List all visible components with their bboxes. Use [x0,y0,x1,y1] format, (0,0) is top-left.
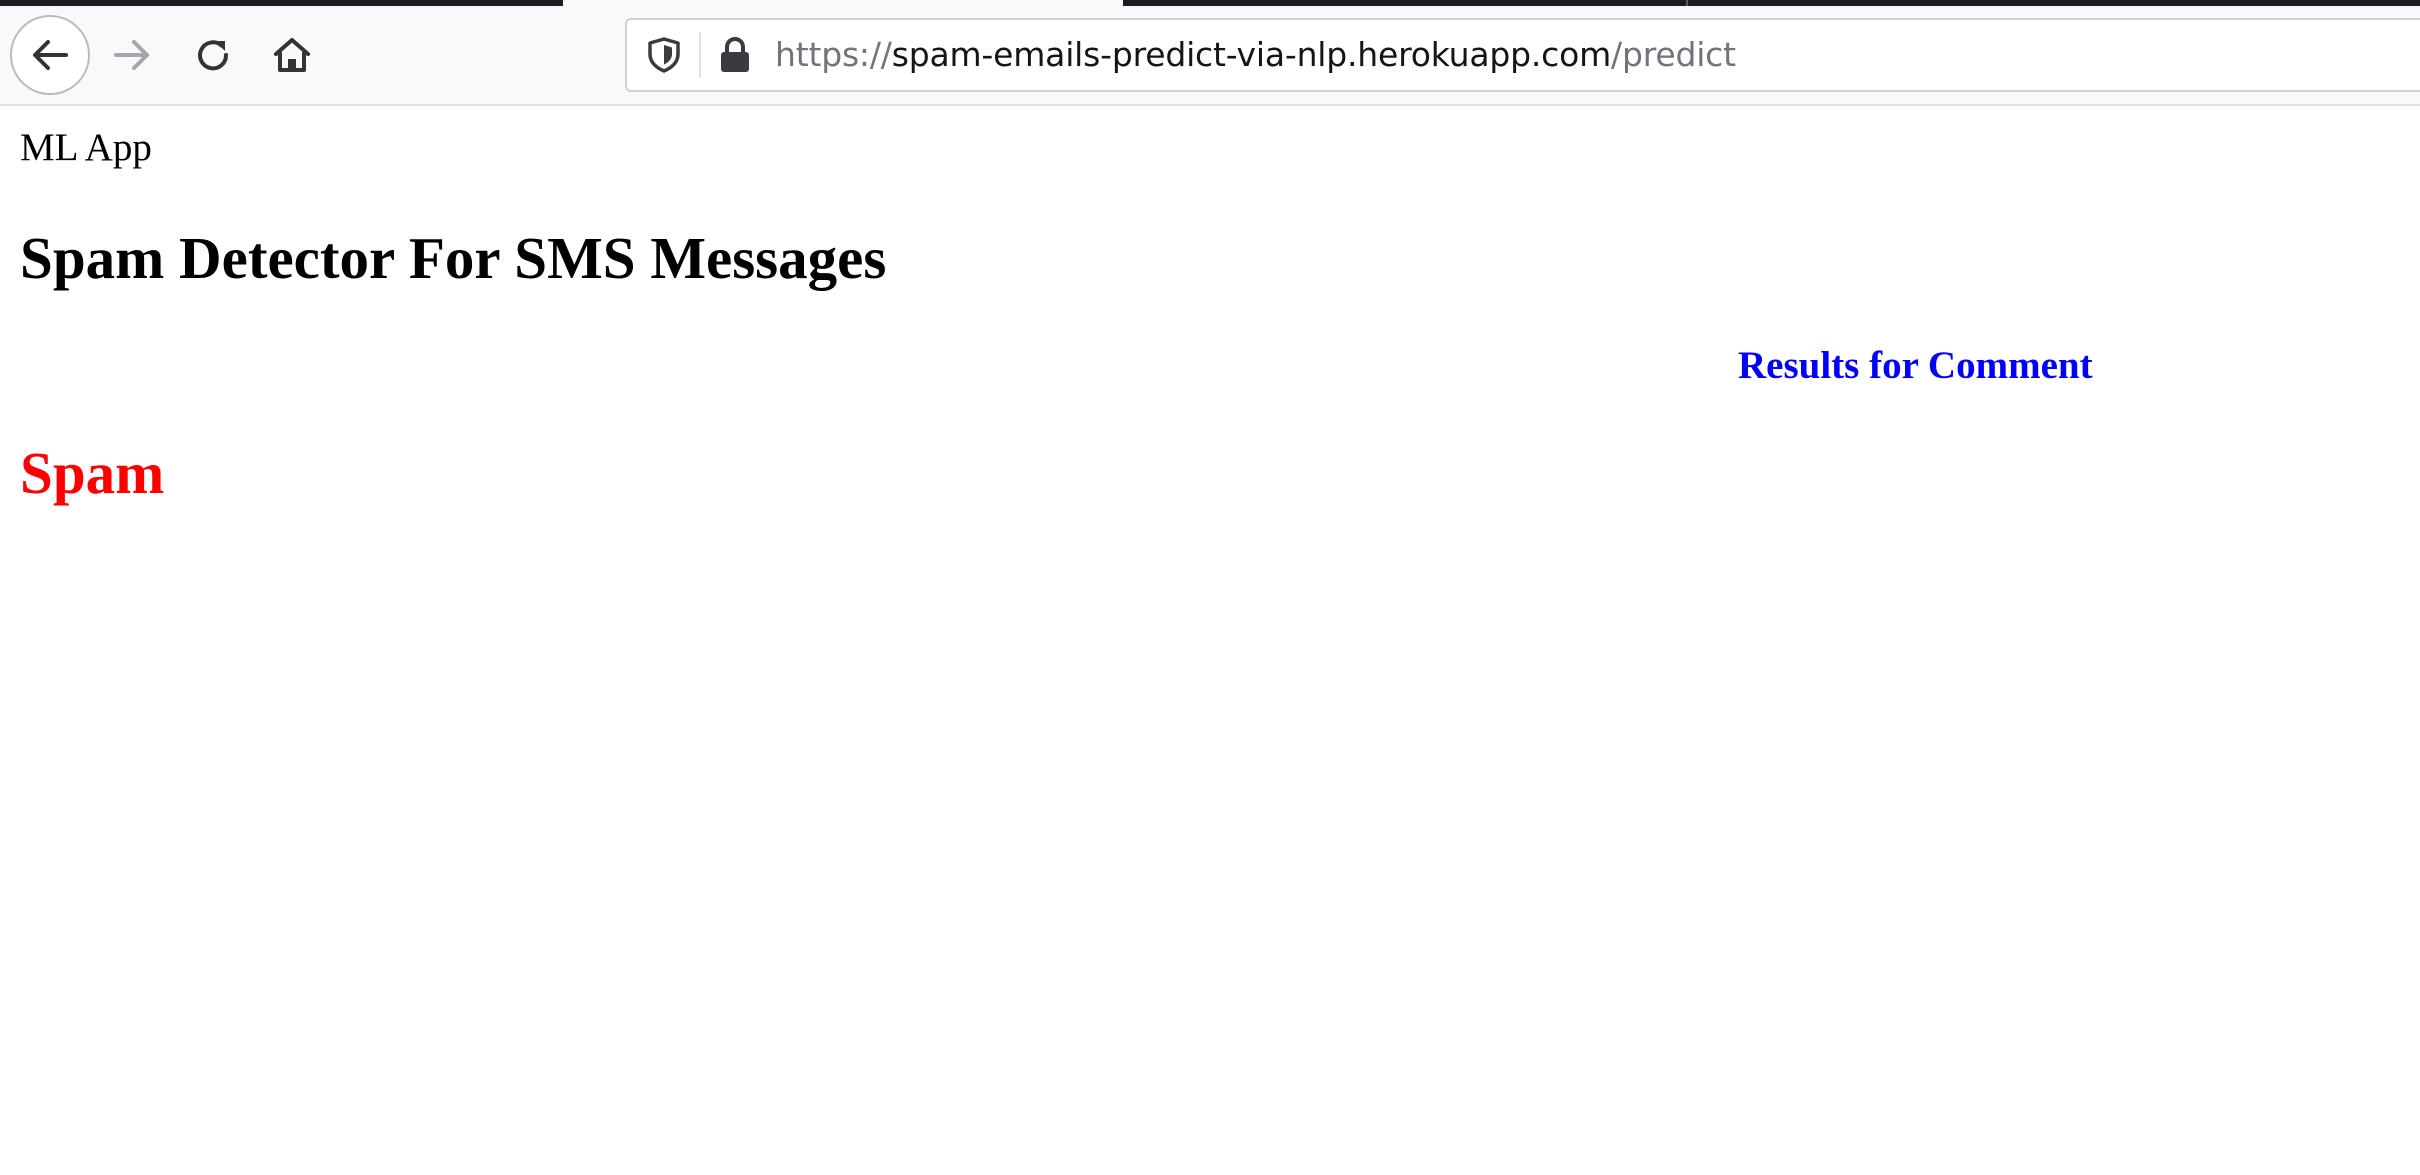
home-icon [274,38,310,72]
address-bar-divider [699,32,701,78]
reload-button[interactable] [173,15,253,95]
forward-button[interactable] [92,15,172,95]
prediction-result: Spam [20,440,165,506]
browser-toolbar: https://spam-emails-predict-via-nlp.hero… [0,6,2420,106]
results-heading: Results for Comment [1738,344,2093,387]
url-text[interactable]: https://spam-emails-predict-via-nlp.hero… [775,20,1736,90]
forward-arrow-icon [114,40,149,70]
lock-icon[interactable] [719,37,751,78]
home-button[interactable] [252,15,332,95]
page-content: ML App Spam Detector For SMS Messages Re… [0,108,2420,1175]
address-bar[interactable]: https://spam-emails-predict-via-nlp.hero… [625,18,2420,92]
back-button[interactable] [10,15,90,95]
shield-icon[interactable] [647,37,681,78]
page-title: Spam Detector For SMS Messages [20,225,887,291]
url-host: spam-emails-predict-via-nlp.herokuapp.co… [891,35,1612,74]
reload-icon [198,40,229,71]
url-path: /predict [1611,35,1736,74]
back-arrow-icon [33,40,68,70]
app-name: ML App [20,126,152,169]
url-scheme: https:// [775,35,892,74]
